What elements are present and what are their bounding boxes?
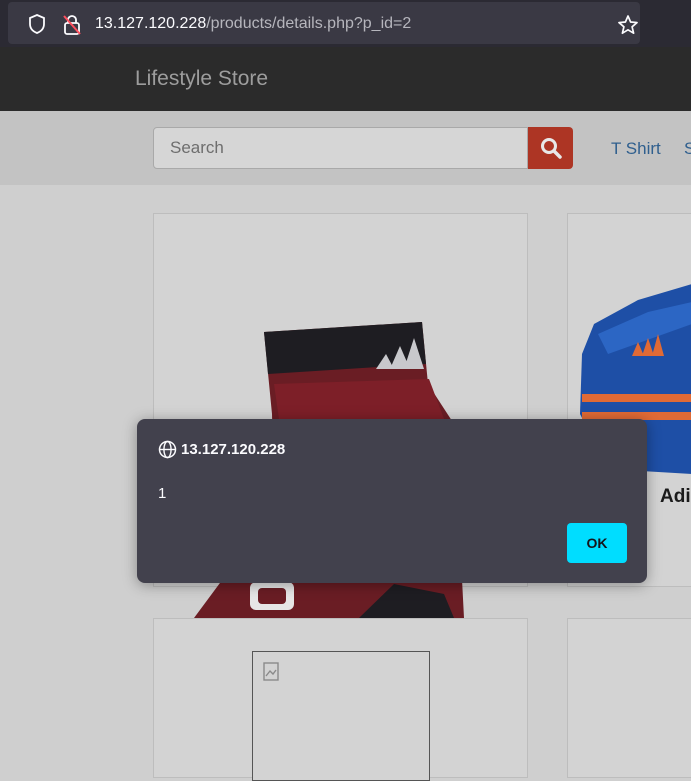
dialog-message: 1	[158, 485, 167, 502]
alert-dialog: 13.127.120.228 1 OK	[137, 419, 647, 583]
modal-overlay	[0, 0, 691, 755]
globe-icon	[158, 440, 177, 464]
ok-button[interactable]: OK	[567, 523, 627, 563]
dialog-origin: 13.127.120.228	[181, 441, 286, 458]
